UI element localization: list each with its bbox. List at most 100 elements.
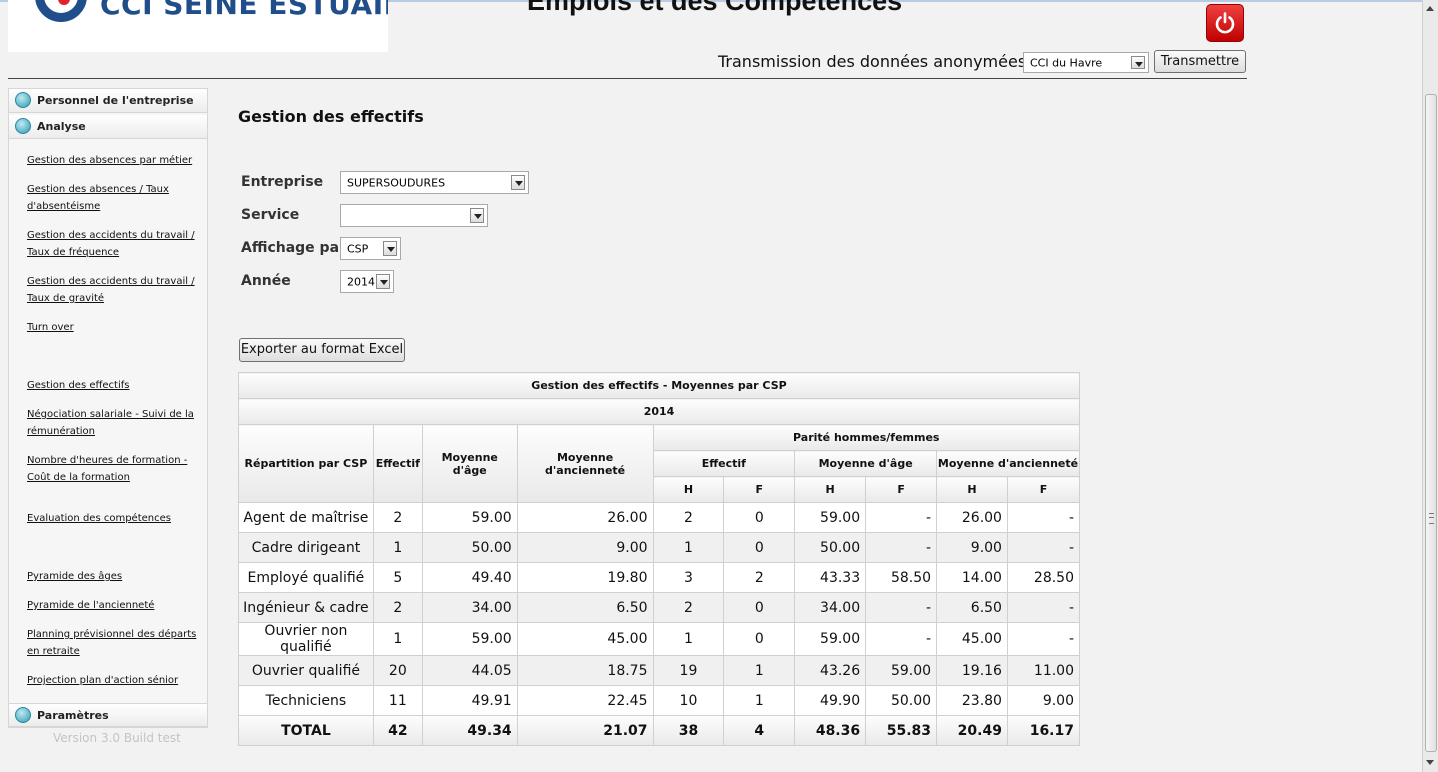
table-cell: Employé qualifié [238,562,374,593]
sidebar-link-gestion-effectifs[interactable]: Gestion des effectifs [27,377,205,394]
affichage-select-value: CSP [347,242,369,255]
sidebar-section-analyse[interactable]: Analyse [9,115,207,139]
table-cell: 2 [372,502,423,533]
table-row: Techniciens 11 49.91 22.45 10 1 49.90 50.00 23.8… [238,685,1081,716]
table-cell: 26.00 [516,502,654,533]
table-total-row: TOTAL 42 49.34 21.07 38 4 48.36 55.83 20.49 16.17 [238,715,1081,746]
entreprise-label: Entreprise [241,174,324,190]
table-cell: 48.36 [794,715,867,746]
table-cell: 59.00 [421,622,518,656]
table-cell: 6.50 [936,592,1008,623]
sidebar-link-absenteisme[interactable]: Gestion des absences / Taux d'absentéism… [27,181,205,215]
transmission-label: Transmission des données anonymées [718,52,1027,71]
cci-select[interactable]: CCI du Havre [1023,52,1149,73]
entreprise-select[interactable]: SUPERSOUDURES [340,171,529,194]
sidebar-link-accidents-gravite[interactable]: Gestion des accidents du travail / Taux … [27,273,205,307]
chevron-down-icon[interactable] [511,175,525,190]
table-cell: 49.40 [421,562,518,593]
table-cell: Agent de maîtrise [238,502,374,533]
table-cell: 20 [372,655,423,686]
table-cell: 1 [372,532,423,563]
sidebar-link-turn-over[interactable]: Turn over [27,319,205,336]
table-cell: - [865,592,938,623]
table-cell: 21.07 [516,715,654,746]
cci-logo-icon [35,0,87,22]
table-cell: 45.00 [516,622,654,656]
table-cell: 9.00 [1006,685,1081,716]
table-cell: 49.91 [421,685,518,716]
table-cell: - [865,502,938,533]
table-cell: 2 [723,562,796,593]
service-select[interactable] [340,204,488,227]
table-cell: 0 [723,622,796,656]
header-sub-effectif: Effectif [652,450,796,477]
header-repartition: Répartition par CSP [238,424,374,503]
table-cell: 0 [723,502,796,533]
expand-arrow-icon [15,707,31,723]
table-cell: 19.80 [516,562,654,593]
table-cell: 18.75 [516,655,654,686]
sidebar-section-personnel[interactable]: Personnel de l'entreprise [9,89,207,113]
table-cell: 42 [372,715,423,746]
expand-arrow-icon [15,92,31,108]
table-cell: TOTAL [238,715,374,746]
table-cell: 45.00 [936,622,1008,656]
table-cell: 50.00 [794,532,867,563]
header-h: H [794,476,867,503]
scrollbar-thumb[interactable] [1425,94,1437,752]
chevron-down-icon[interactable] [1131,56,1145,69]
logo: CCI SEINE ESTUAIRE [8,0,388,52]
export-excel-button[interactable]: Exporter au format Excel [239,338,405,362]
sidebar-link-evaluation-competences[interactable]: Evaluation des compétences [27,510,205,527]
scroll-down-icon[interactable] [1426,760,1434,765]
table-cell: 38 [652,715,725,746]
sidebar-link-negociation-salariale[interactable]: Négociation salariale - Suivi de la rému… [27,406,205,440]
table-cell: - [1006,622,1081,656]
table-cell: Ingénieur & cadre [238,592,374,623]
table-cell: 19.16 [936,655,1008,686]
table-row: Employé qualifié 5 49.40 19.80 3 2 43.33 58.50 1… [238,562,1081,593]
table-cell: - [865,622,938,656]
vertical-scrollbar[interactable] [1422,0,1438,772]
table-cell: Cadre dirigeant [238,532,374,563]
table-cell: 43.33 [794,562,867,593]
table-cell: Techniciens [238,685,374,716]
chevron-down-icon[interactable] [376,274,390,289]
table-cell: 59.00 [865,655,938,686]
table-cell: 2 [652,502,725,533]
sidebar-link-plan-senior[interactable]: Projection plan d'action sénior [27,672,205,689]
header-h: H [652,476,725,503]
table-cell: 1 [723,685,796,716]
sidebar-section-parametres[interactable]: Paramètres [9,703,207,727]
table-cell: 1 [652,622,725,656]
chevron-down-icon[interactable] [383,241,397,256]
table-cell: 49.90 [794,685,867,716]
affichage-select[interactable]: CSP [340,237,401,260]
annee-select[interactable]: 2014 [340,270,394,293]
table-cell: 9.00 [936,532,1008,563]
transmit-button[interactable]: Transmettre [1154,50,1246,73]
table-cell: - [1006,502,1081,533]
table-cell: 5 [372,562,423,593]
power-button[interactable] [1206,4,1244,42]
affichage-label: Affichage par [241,240,346,256]
version-text: Version 3.0 Build test [53,731,181,745]
service-label: Service [241,207,300,223]
sidebar-link-pyramide-ages[interactable]: Pyramide des âges [27,568,205,585]
header-sub-age: Moyenne d'âge [794,450,938,477]
header-h: H [936,476,1008,503]
sidebar-link-absences-metier[interactable]: Gestion des absences par métier [27,152,205,169]
table-cell: 23.80 [936,685,1008,716]
table-cell: - [865,532,938,563]
sidebar-link-pyramide-anciennete[interactable]: Pyramide de l'ancienneté [27,597,205,614]
grip-icon [1429,513,1434,524]
table-cell: 19 [652,655,725,686]
table-cell: 1 [723,655,796,686]
header-parite: Parité hommes/femmes [652,424,1081,451]
header-divider [8,78,1247,79]
sidebar-link-heures-formation[interactable]: Nombre d'heures de formation - Coût de l… [27,452,205,486]
sidebar-link-planning-retraite[interactable]: Planning prévisionnel des départs en ret… [27,626,205,660]
scroll-up-icon[interactable] [1426,6,1434,11]
chevron-down-icon[interactable] [470,208,484,223]
sidebar-link-accidents-frequence[interactable]: Gestion des accidents du travail / Taux … [27,227,205,261]
